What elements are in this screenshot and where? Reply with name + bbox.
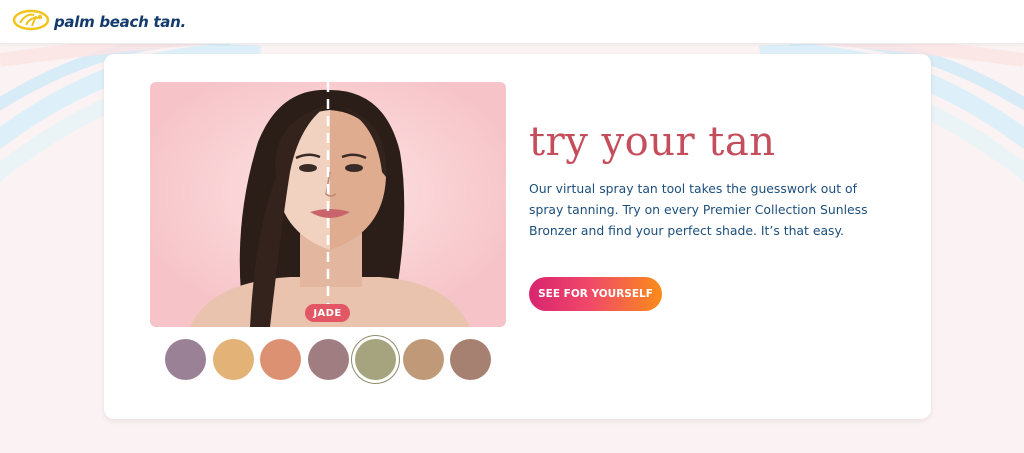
selected-shade-label: JADE	[305, 304, 350, 322]
brand-logo[interactable]: palm beach tan.	[12, 9, 186, 35]
page-title: try your tan	[529, 119, 776, 165]
tan-preview-photo	[150, 82, 506, 327]
site-header: palm beach tan.	[0, 0, 1024, 44]
shade-swatch[interactable]	[260, 339, 301, 380]
shade-swatch[interactable]	[307, 339, 349, 380]
palm-tree-sun-icon	[12, 9, 50, 35]
shade-swatch[interactable]	[355, 339, 396, 380]
shade-swatch[interactable]	[165, 339, 206, 380]
shade-swatch[interactable]	[402, 339, 444, 380]
see-for-yourself-button[interactable]: SEE FOR YOURSELF	[529, 277, 662, 311]
shade-swatch[interactable]	[212, 339, 254, 380]
hero-description: Our virtual spray tan tool takes the gue…	[529, 181, 868, 238]
brand-name: palm beach tan.	[54, 12, 186, 31]
shade-swatch[interactable]	[450, 339, 491, 380]
